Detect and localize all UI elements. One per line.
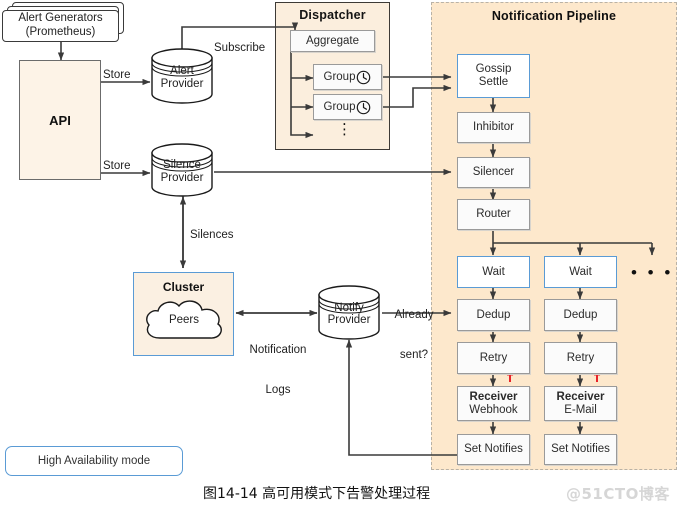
legend-high-availability-mode[interactable]: High Availability mode (5, 446, 183, 476)
dispatcher-group-node-2[interactable]: Group (313, 94, 382, 120)
cylinder-shape (151, 143, 213, 197)
dispatcher-group-node-1[interactable]: Group (313, 64, 382, 90)
receiver-kind: Webhook (469, 403, 518, 416)
cylinder-shape (318, 285, 380, 340)
pipeline-more-branches-indicator: • • • (631, 263, 674, 282)
clock-icon (356, 70, 371, 85)
branch-2-receiver[interactable]: Receiver E-Mail (544, 386, 617, 421)
peers-label: Peers (168, 314, 200, 326)
notification-pipeline-title: Notification Pipeline (491, 9, 617, 23)
branch-1-dedup[interactable]: Dedup (457, 299, 530, 331)
legend-label: High Availability mode (37, 455, 151, 467)
branch-1-receiver[interactable]: Receiver Webhook (457, 386, 530, 421)
branch-1-set-notifies[interactable]: Set Notifies (457, 434, 530, 465)
cluster-title: Cluster (162, 280, 205, 294)
diagram-canvas: Notification Pipeline Dispatcher Cluster (0, 0, 679, 506)
api-label: API (49, 112, 71, 128)
branch-2-wait[interactable]: Wait (544, 256, 617, 288)
api-box[interactable]: API (19, 60, 101, 180)
alert-generators-stack: Alert Generators (Prometheus) (2, 2, 128, 42)
alert-generators-box[interactable]: Alert Generators (Prometheus) (2, 10, 119, 42)
branch-1-wait[interactable]: Wait (457, 256, 530, 288)
group-label: Group (323, 70, 356, 83)
inhibitor-label: Inhibitor (473, 121, 514, 134)
dispatcher-more-groups-indicator: ⋮ (337, 121, 352, 138)
wait-label: Wait (569, 265, 592, 278)
figure-caption: 图14-14 高可用模式下告警处理过程 (203, 486, 431, 502)
branch-2-dedup[interactable]: Dedup (544, 299, 617, 331)
pipeline-stage-gossip-settle[interactable]: Gossip Settle (457, 54, 530, 98)
wait-label: Wait (482, 265, 505, 278)
edge-label-already-sent: Already sent? (394, 309, 434, 362)
dedup-label: Dedup (563, 308, 598, 321)
edge-label-notification-logs: Notification Logs (249, 344, 307, 397)
branch-2-set-notifies[interactable]: Set Notifies (544, 434, 617, 465)
gossip-settle-label-line1: Gossip (475, 63, 512, 76)
silencer-label: Silencer (472, 166, 515, 179)
edge-label-store-silence: Store (103, 160, 131, 172)
alert-generators-label-line2: (Prometheus) (25, 26, 96, 38)
router-label: Router (476, 208, 511, 221)
edge-label-subscribe: Subscribe (214, 42, 266, 54)
cylinder-shape (151, 48, 213, 104)
pipeline-stage-router[interactable]: Router (457, 199, 530, 230)
receiver-title: Receiver (556, 390, 605, 403)
set-notifies-label: Set Notifies (464, 443, 523, 456)
dedup-label: Dedup (476, 308, 511, 321)
silence-provider-datastore[interactable]: Silence Provider (150, 143, 214, 197)
branch-1-retry[interactable]: Retry (457, 342, 530, 374)
edge-label-store-alert: Store (103, 69, 131, 81)
group-row: Group (324, 100, 372, 115)
dispatcher-title: Dispatcher (299, 8, 366, 22)
retry-label: Retry (566, 351, 595, 364)
alert-generators-label-line1: Alert Generators (18, 12, 103, 25)
receiver-kind: E-Mail (564, 403, 597, 416)
peers-cloud[interactable]: Peers (140, 294, 228, 350)
group-label: Group (323, 100, 356, 113)
edge-label-silences: Silences (190, 229, 234, 241)
retry-label: Retry (479, 351, 508, 364)
group-row: Group (324, 70, 372, 85)
dispatcher-aggregate-node[interactable]: Aggregate (290, 30, 375, 52)
watermark: @51CTO博客 (566, 485, 670, 503)
alert-provider-datastore[interactable]: Alert Provider (150, 48, 214, 104)
pipeline-stage-inhibitor[interactable]: Inhibitor (457, 112, 530, 143)
gossip-settle-label-line2: Settle (478, 76, 509, 88)
set-notifies-label: Set Notifies (551, 443, 610, 456)
pipeline-stage-silencer[interactable]: Silencer (457, 157, 530, 188)
clock-icon (356, 100, 371, 115)
branch-2-retry[interactable]: Retry (544, 342, 617, 374)
notify-provider-datastore[interactable]: Notify Provider (317, 285, 381, 340)
aggregate-label: Aggregate (305, 34, 360, 47)
receiver-title: Receiver (469, 390, 518, 403)
